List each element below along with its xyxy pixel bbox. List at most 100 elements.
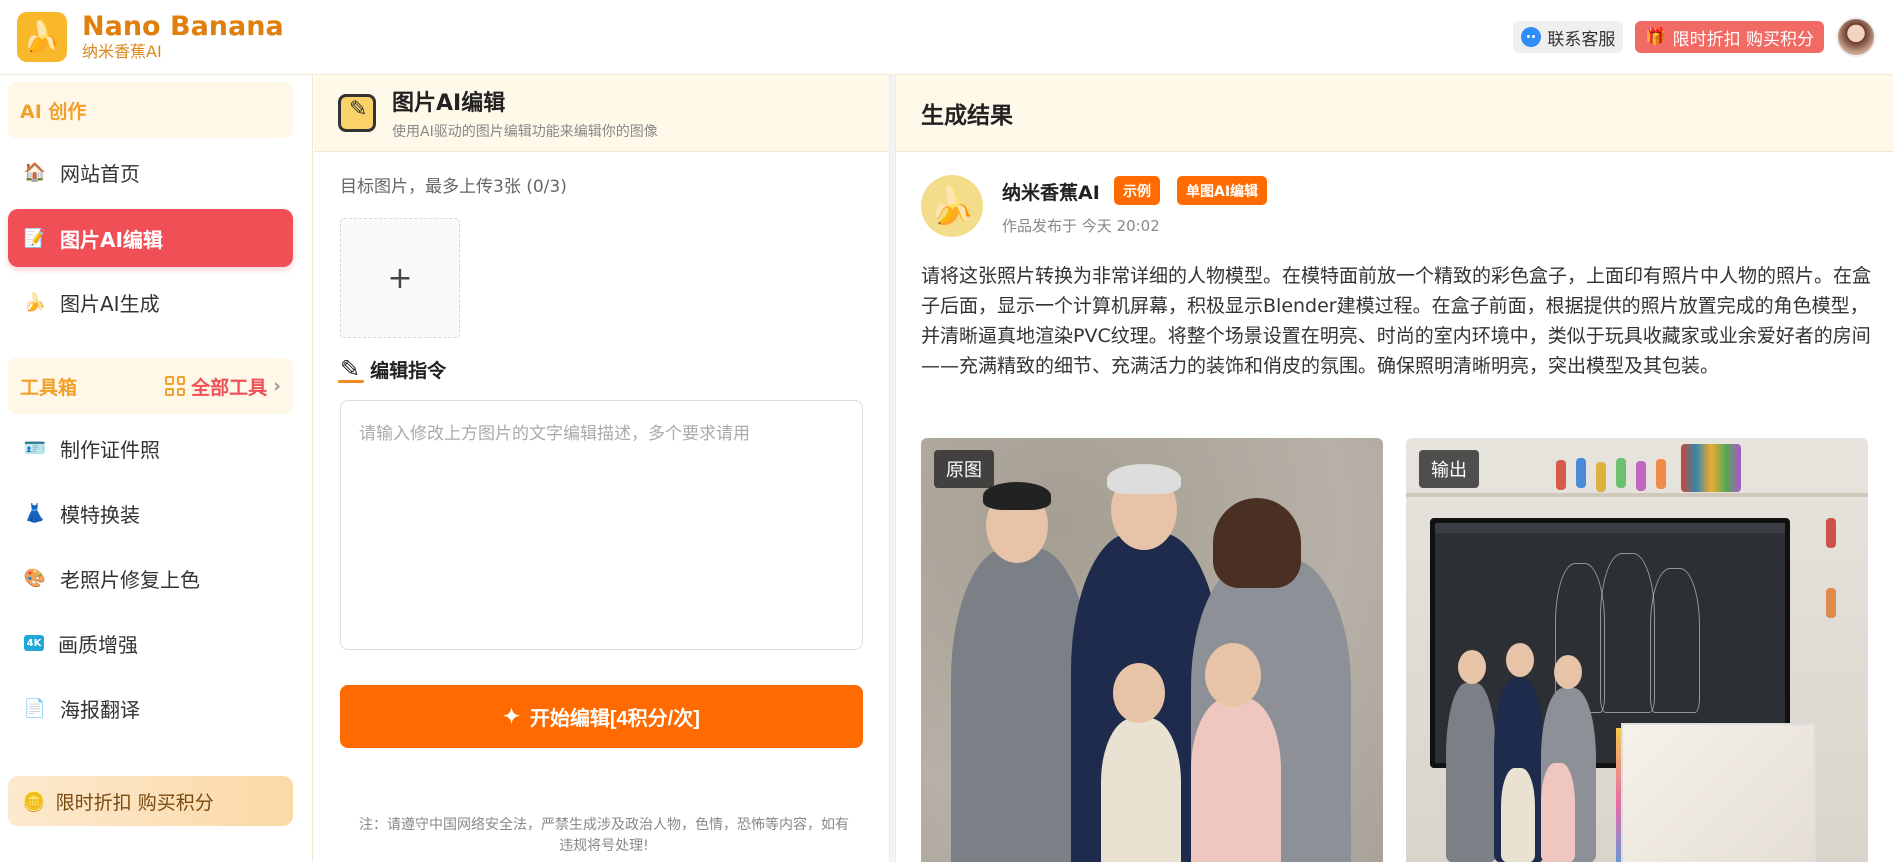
compliance-note: 注：请遵守中国网络安全法，严禁生成涉及政治人物，色情，恐怖等内容，如有违规将号处… [359, 817, 849, 854]
result-panel: 生成结果 🍌 纳米香蕉AI 示例 单图AI编辑 作品发布于 今天 20:02 请… [896, 75, 1893, 862]
badge-mode: 单图AI编辑 [1177, 176, 1268, 205]
sparkle-icon: ✦ [503, 706, 520, 728]
figurine-head [1458, 650, 1486, 684]
start-edit-button[interactable]: ✦ 开始编辑[4积分/次] [340, 685, 863, 748]
publish-time: 作品发布于 今天 20:02 [1002, 217, 1160, 235]
sidebar-item-quality-enhance[interactable]: 4K 画质增强 [8, 614, 293, 672]
target-image-label: 目标图片，最多上传3张 (0/3) [340, 177, 567, 197]
toy-figure [1616, 458, 1626, 488]
sidebar-buy-credits-label: 限时折扣 购买积分 [55, 791, 214, 814]
sidebar-item-label: 图片AI编辑 [60, 227, 163, 252]
sidebar-item-home[interactable]: 🏠 网站首页 [8, 143, 293, 201]
result-header: 生成结果 [896, 75, 1893, 152]
all-tools-link[interactable]: 全部工具 › [165, 373, 281, 400]
editor-subtitle: 使用AI驱动的图片编辑功能来编辑你的图像 [392, 124, 658, 140]
author-avatar: 🍌 [921, 175, 983, 237]
pen-icon: ✎ [337, 355, 365, 383]
panel-divider[interactable] [889, 75, 896, 862]
sidebar-item-label: 网站首页 [60, 161, 140, 186]
child-figure [1101, 718, 1181, 862]
result-title: 生成结果 [921, 103, 1013, 129]
home-icon: 🏠 [23, 161, 47, 183]
toy-figure [1556, 460, 1566, 490]
sidebar-item-old-photo-restore[interactable]: 🎨 老照片修复上色 [8, 549, 293, 607]
toy-box [1621, 723, 1816, 862]
sidebar-item-label: 制作证件照 [60, 437, 160, 462]
author-name: 纳米香蕉AI [1002, 182, 1100, 204]
toy-figure [1826, 588, 1836, 618]
person-hair [1213, 498, 1301, 588]
toy-figure [1636, 461, 1646, 491]
sidebar-item-model-outfit[interactable]: 👗 模特换装 [8, 484, 293, 542]
start-edit-label: 开始编辑[4积分/次] [529, 708, 700, 730]
section-ai-create: AI 创作 [8, 82, 293, 138]
output-tag: 输出 [1419, 450, 1479, 488]
chat-icon [1521, 27, 1542, 47]
figurine [1446, 683, 1496, 862]
sidebar-buy-credits-button[interactable]: 🪙 限时折扣 购买积分 [8, 776, 293, 826]
prompt-text: 请将这张照片转换为非常详细的人物模型。在模特面前放一个精致的彩色盒子，上面印有照… [921, 265, 1872, 377]
person-figure [951, 548, 1091, 862]
badge-example: 示例 [1114, 176, 1160, 205]
sidebar-item-label: 图片AI生成 [60, 291, 160, 316]
plus-icon: + [387, 260, 413, 296]
grid-icon [165, 376, 186, 396]
toy-figure [1656, 459, 1666, 489]
chevron-right-icon: › [273, 375, 281, 397]
top-header: 🍌 Nano Banana 纳米香蕉AI 联系客服 🎁 限时折扣 购买积分 [0, 0, 1893, 75]
wireframe [1600, 553, 1655, 713]
shelf [1406, 493, 1868, 497]
sidebar-item-label: 海报翻译 [60, 697, 140, 722]
sidebar-item-image-edit[interactable]: 📝 图片AI编辑 [8, 209, 293, 267]
section-toolbox: 工具箱 全部工具 › [8, 358, 293, 414]
figurine-head [1554, 655, 1582, 689]
editor-header: 图片AI编辑 使用AI驱动的图片编辑功能来编辑你的图像 [314, 75, 889, 152]
output-image[interactable]: 输出 [1406, 438, 1868, 862]
editor-title: 图片AI编辑 [392, 91, 506, 116]
instruction-label: ✎ 编辑指令 [337, 355, 446, 383]
figurine [1541, 763, 1575, 862]
edit-icon [338, 94, 376, 132]
contact-support-button[interactable]: 联系客服 [1513, 21, 1624, 53]
child-head [1113, 663, 1165, 723]
section-ai-create-title: AI 创作 [20, 100, 87, 123]
edit-icon: 📝 [23, 227, 47, 249]
figurine [1501, 768, 1535, 862]
child-figure [1191, 698, 1281, 862]
brand-subtitle: 纳米香蕉AI [82, 42, 162, 61]
image-upload-box[interactable]: + [340, 218, 460, 338]
banana-icon: 🍌 [23, 291, 47, 313]
sidebar-item-label: 画质增强 [58, 632, 138, 657]
coin-icon: 🪙 [22, 790, 46, 813]
header-actions: 联系客服 🎁 限时折扣 购买积分 [1513, 17, 1876, 57]
all-tools-label: 全部工具 [191, 376, 268, 399]
person-hair [1107, 464, 1181, 494]
gift-icon: 🎁 [1645, 27, 1667, 47]
sidebar-item-id-photo[interactable]: 🪪 制作证件照 [8, 419, 293, 477]
wireframe [1650, 568, 1700, 713]
brand-name: Nano Banana [82, 11, 284, 42]
book-row [1681, 444, 1741, 492]
sidebar-item-poster-translate[interactable]: 📄 海报翻译 [8, 679, 293, 737]
toy-figure [1576, 458, 1586, 488]
palette-icon: 🎨 [23, 567, 47, 589]
monitor-toolbar [1435, 523, 1785, 533]
banana-logo-icon[interactable]: 🍌 [17, 12, 67, 62]
instruction-input[interactable] [340, 400, 863, 650]
toy-figure [1826, 518, 1836, 548]
child-head [1205, 643, 1261, 707]
buy-credits-button[interactable]: 🎁 限时折扣 购买积分 [1635, 21, 1824, 53]
sidebar-item-label: 模特换装 [60, 502, 140, 527]
figurine-head [1506, 643, 1534, 677]
user-avatar[interactable] [1836, 17, 1876, 57]
original-tag: 原图 [934, 450, 994, 488]
editor-panel: 图片AI编辑 使用AI驱动的图片编辑功能来编辑你的图像 目标图片，最多上传3张 … [314, 75, 889, 862]
dress-icon: 👗 [23, 502, 47, 524]
sidebar-item-image-generate[interactable]: 🍌 图片AI生成 [8, 273, 293, 331]
buy-credits-label: 限时折扣 购买积分 [1672, 29, 1814, 50]
translate-icon: 📄 [23, 697, 47, 719]
sidebar-item-label: 老照片修复上色 [60, 567, 200, 592]
section-toolbox-title: 工具箱 [20, 376, 78, 399]
original-image[interactable]: 原图 [921, 438, 1383, 862]
brand[interactable]: Nano Banana 纳米香蕉AI [82, 12, 284, 62]
